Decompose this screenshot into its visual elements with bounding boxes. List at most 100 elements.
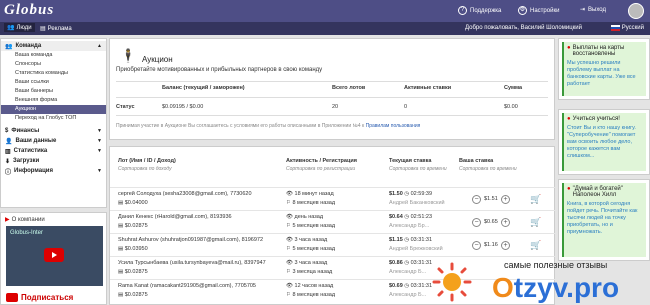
news-text: Стоит Вы и кто нашу книгу. "Суперобучени…: [567, 125, 636, 159]
sort-link-time[interactable]: Сортировка по времени: [389, 166, 447, 172]
auction-note-text: Принимая участие в Аукционе Вы соглашает…: [116, 123, 365, 129]
stat-header-lots: Всего лотов: [332, 85, 366, 91]
news-text: Книга, в которой сегодня пойдет речь. По…: [567, 201, 638, 235]
lot-income: ▤ $0.02875: [118, 269, 148, 275]
table-row: сергей Солодуха (sesha23008@gmail.com), …: [110, 187, 556, 210]
lot-name: Shuhrat Ashurov (shuhratjon091987@gmail.…: [118, 237, 264, 243]
lot-registration: ⚐ 8 месяцев назад: [286, 200, 336, 206]
support-label: Поддержка: [470, 7, 502, 14]
sidebar-group-downloads[interactable]: ⬇ Загрузки: [1, 156, 106, 166]
sort-link-income[interactable]: Сортировка по доходу: [118, 166, 172, 172]
chevron-down-icon: ▼: [97, 168, 102, 174]
column-header-lot[interactable]: Лот (Имя / ID / Доход): [118, 158, 176, 164]
chevron-up-icon: ▲: [97, 43, 102, 49]
lot-name: Rama Kanat (ramacakant291905@gmail.com),…: [118, 283, 256, 289]
decrease-bid-button[interactable]: −: [472, 195, 481, 204]
table-row: Shuhrat Ashurov (shuhratjon091987@gmail.…: [110, 233, 556, 256]
sidebar-group-finance-label: Финансы: [11, 128, 40, 134]
news-title: ● Выплаты на карты восстановлены: [567, 45, 625, 57]
your-bid-value[interactable]: $0.65: [484, 219, 498, 225]
support-link[interactable]: ? Поддержка: [458, 6, 501, 15]
about-widget: ▶ О компании Globus-Inter Подписаться: [0, 212, 107, 305]
lot-registration: ⚐ 5 месяцев назад: [286, 223, 336, 229]
language-selector[interactable]: Русский: [610, 25, 644, 31]
cart-icon[interactable]: 🛒: [530, 240, 541, 251]
about-title: ▶ О компании: [5, 216, 45, 224]
column-header-your-bid[interactable]: Ваша ставка: [459, 158, 493, 164]
sidebar-group-stats[interactable]: ▥ Статистика ▼: [1, 146, 106, 156]
sidebar-group-finance[interactable]: $ Финансы ▼: [1, 126, 106, 136]
info-icon: ⓘ: [5, 169, 12, 176]
video-player[interactable]: Globus-Inter: [6, 226, 103, 286]
cart-icon[interactable]: 🛒: [530, 194, 541, 205]
news-text: Мы успешно решили проблему выплат на бан…: [567, 60, 636, 87]
user-avatar[interactable]: [628, 3, 644, 19]
current-bidder: Андрей Брежковский: [389, 246, 443, 252]
sub-bar: 👥 Люди ▤ Реклама Добро пожаловать, Васил…: [0, 22, 650, 35]
sidebar-item-sponsors[interactable]: Спонсоры: [1, 60, 106, 69]
chart-icon: ▥: [5, 148, 11, 155]
cart-icon[interactable]: 🛒: [530, 217, 541, 228]
current-bidder: Александр Бр...: [389, 223, 430, 229]
increase-bid-button[interactable]: +: [501, 218, 510, 227]
sort-link-time[interactable]: Сортировка по времени: [459, 166, 517, 172]
current-bid: $0.64 ◷ 02:51:23: [389, 214, 433, 220]
divider: [116, 81, 548, 82]
watermark: самые полезные отзывы Otzyv.pro: [392, 258, 650, 305]
sidebar-group-your-data[interactable]: 👤 Ваши данные ▼: [1, 136, 106, 146]
sidebar-item-team[interactable]: Ваша команда: [1, 51, 106, 60]
divider: [116, 97, 548, 98]
current-bidder: Андрей Баканковский: [389, 200, 445, 206]
sort-link-registration[interactable]: Сортировка по регистрации: [286, 166, 355, 172]
your-bid-value[interactable]: $1.51: [484, 196, 498, 202]
sidebar-item-team-stats[interactable]: Статистика команды: [1, 69, 106, 78]
current-bid: $1.15 ◷ 03:31:31: [389, 237, 433, 243]
decrease-bid-button[interactable]: −: [472, 218, 481, 227]
stat-lots: 20: [332, 104, 339, 110]
sidebar-group-stats-label: Статистика: [13, 148, 48, 154]
news-card[interactable]: ● "Думай и богатей" Наполеон Хилл Книга, …: [558, 179, 650, 261]
lot-name: Данил Кенекс (rHarold@gmail.com), 819393…: [118, 214, 232, 220]
sidebar-group-team[interactable]: 👥 Команда ▲: [1, 41, 106, 51]
lot-registration: ⚐ 5 месяцев назад: [286, 246, 336, 252]
subscribe-label: Подписаться: [21, 293, 74, 302]
person-icon: 🕴: [120, 48, 137, 63]
stat-header-sum: Сумма: [504, 85, 523, 91]
decrease-bid-button[interactable]: −: [472, 241, 481, 250]
increase-bid-button[interactable]: +: [501, 195, 510, 204]
tab-people[interactable]: 👥 Люди: [4, 23, 35, 32]
help-icon: ?: [458, 6, 467, 15]
sidebar-item-external-form[interactable]: Внешняя форма: [1, 96, 106, 105]
alert-icon: ●: [567, 186, 571, 192]
your-bid-value[interactable]: $1.16: [484, 242, 498, 248]
stat-active-bids: 0: [404, 104, 408, 110]
youtube-logo-icon: [6, 293, 18, 302]
sidebar-group-info[interactable]: ⓘ Информация ▼: [1, 166, 106, 176]
increase-bid-button[interactable]: +: [501, 241, 510, 250]
news-card[interactable]: ● Учиться учиться! Стоит Вы и кто нашу кн…: [558, 109, 650, 175]
user-icon: 👤: [5, 138, 13, 145]
column-header-activity[interactable]: Активность / Регистрация: [286, 158, 357, 164]
settings-link[interactable]: ⚙ Настройки: [518, 6, 559, 15]
lot-activity: 👁 день назад: [286, 214, 324, 220]
sidebar-item-globus-top[interactable]: Переход на Глобус ТОП: [1, 114, 106, 123]
sidebar-item-auction[interactable]: Аукцион: [1, 105, 106, 114]
auction-panel: 🕴 Аукцион Приобретайте мотивированных и …: [109, 38, 555, 140]
news-title: ● "Думай и богатей" Наполеон Хилл: [567, 186, 623, 198]
logout-label: Выход: [588, 6, 606, 13]
subscribe-button[interactable]: Подписаться: [6, 293, 73, 302]
lot-name: Усила Турсынбаева (usila.tursynbayeva@ma…: [118, 260, 266, 266]
watermark-sun-icon: [432, 262, 472, 302]
play-icon[interactable]: [44, 248, 64, 262]
sidebar-item-banners[interactable]: Ваши баннеры: [1, 87, 106, 96]
rules-link[interactable]: Правилам пользования: [366, 123, 421, 129]
status-label: Статус: [116, 104, 135, 110]
news-title: ● Учиться учиться!: [567, 116, 620, 122]
chevron-down-icon: ▼: [97, 128, 102, 134]
tab-ads[interactable]: ▤ Реклама: [40, 25, 72, 33]
sidebar-item-links[interactable]: Ваши ссылки: [1, 78, 106, 87]
logout-link[interactable]: ⇥ Выход: [580, 6, 606, 14]
app-logo[interactable]: Globus: [4, 2, 54, 19]
column-header-current-bid[interactable]: Текущая ставка: [389, 158, 431, 164]
news-card[interactable]: ● Выплаты на карты восстановлены Мы успеш…: [558, 38, 650, 100]
